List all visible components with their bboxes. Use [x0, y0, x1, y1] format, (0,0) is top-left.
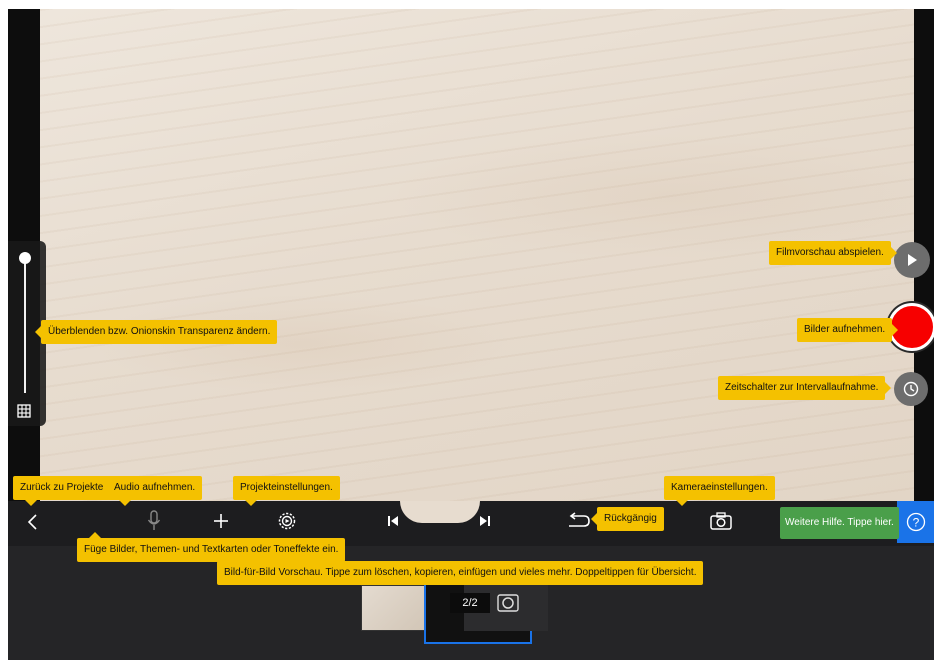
skip-forward-icon[interactable]: [478, 514, 492, 528]
help-icon: ?: [906, 512, 925, 532]
tooltip-back: Zurück zu Projekte: [13, 476, 111, 506]
tooltip-play: Filmvorschau abspielen.: [769, 241, 897, 265]
slider-track: [24, 257, 26, 393]
tooltip-undo: Rückgängig: [591, 507, 664, 531]
svg-text:?: ?: [912, 516, 919, 530]
plus-icon[interactable]: [213, 513, 229, 529]
tooltip-onionskin: Überblenden bzw. Onionskin Transparenz ä…: [34, 320, 278, 344]
tooltip-project-settings: Projekteinstellungen.: [233, 476, 340, 506]
camera-icon[interactable]: [710, 512, 732, 530]
play-button[interactable]: [894, 242, 930, 278]
skip-back-icon[interactable]: [386, 514, 400, 528]
slider-knob[interactable]: [19, 252, 31, 264]
tooltip-audio: Audio aufnehmen.: [107, 476, 203, 506]
help-button[interactable]: ?: [897, 501, 934, 543]
chevron-left-icon[interactable]: [26, 513, 40, 531]
tooltip-record: Bilder aufnehmen.: [797, 318, 899, 342]
undo-icon[interactable]: [566, 512, 592, 530]
tooltip-more-help[interactable]: Weitere Hilfe. Tippe hier.: [780, 507, 899, 539]
timer-button[interactable]: [894, 372, 928, 406]
tooltip-timer: Zeitschalter zur Intervallaufnahme.: [718, 376, 892, 400]
play-icon: [908, 254, 917, 266]
tooltip-add: Füge Bilder, Themen- und Textkarten oder…: [77, 532, 346, 562]
grid-icon[interactable]: [17, 404, 31, 418]
clock-icon: [903, 381, 919, 397]
microphone-icon[interactable]: [147, 510, 161, 532]
camera-icon: [497, 594, 519, 612]
tooltip-preview: Bild-für-Bild Vorschau. Tippe zum lösche…: [217, 561, 704, 585]
frame-counter: 2/2: [450, 593, 490, 613]
toolbar-notch: [400, 501, 480, 523]
settings-gear-icon[interactable]: [277, 511, 297, 531]
tooltip-camera-settings: Kameraeinstellungen.: [664, 476, 775, 506]
